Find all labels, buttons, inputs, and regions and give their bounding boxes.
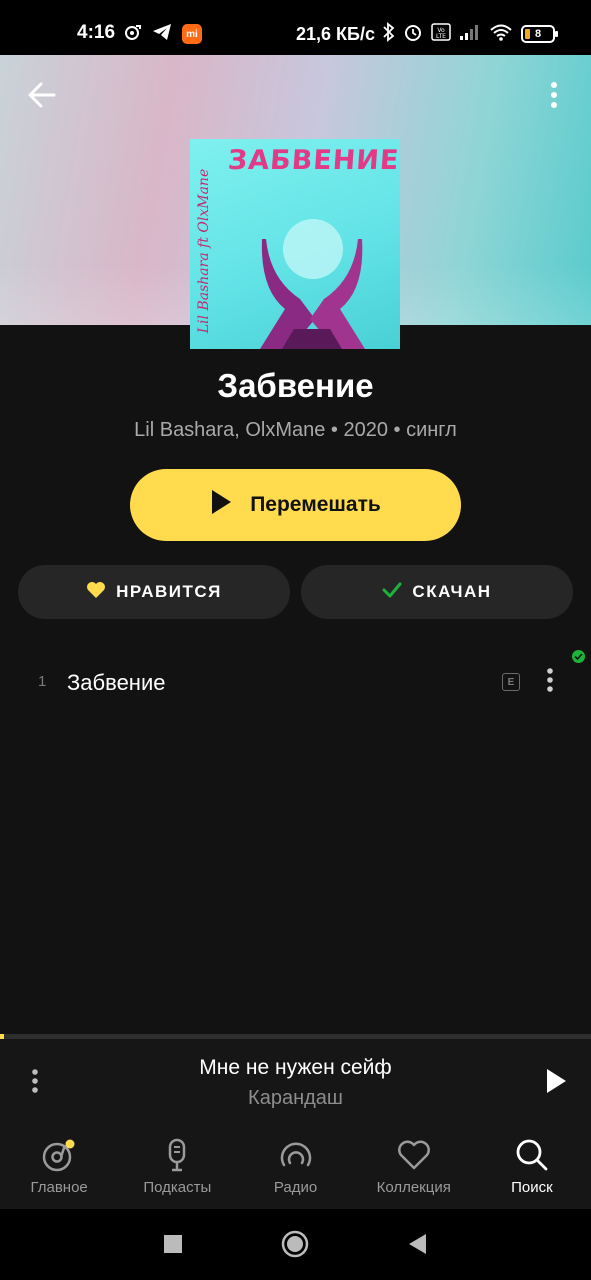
back-button[interactable] [22,80,62,114]
nav-item-home[interactable]: Главное [0,1125,118,1209]
nav-label: Главное [30,1179,88,1196]
signal-icon [459,23,481,46]
home-button[interactable] [280,1230,310,1263]
network-speed: 21,6 КБ/с [296,23,375,44]
mi-badge-icon: mi [182,24,202,44]
shuffle-label: Перемешать [250,493,381,516]
volte-icon: Vo LTE [431,22,451,46]
nav-label: Поиск [511,1179,553,1196]
mini-play-button[interactable] [540,1067,572,1099]
nav-item-radio[interactable]: Радио [236,1125,354,1209]
bottom-navigation: Главное Подкасты Радио Коллекция Поиск [0,1125,591,1209]
nav-label: Коллекция [376,1179,451,1196]
music-note-icon [124,23,142,46]
arrow-left-icon [28,82,56,113]
radio-icon [277,1137,315,1173]
triangle-back-icon [407,1233,427,1260]
track-more-button[interactable] [537,666,563,698]
check-icon [382,582,402,603]
heart-filled-icon [86,581,106,604]
heart-icon [395,1137,433,1173]
now-playing-title: Мне не нужен сейф [199,1056,392,1079]
vertical-dots-icon [550,81,558,114]
battery-icon: 8 [521,25,558,43]
bluetooth-icon [383,21,395,47]
search-icon [513,1137,551,1173]
svg-text:LTE: LTE [436,33,446,40]
telegram-icon [152,23,172,46]
like-button[interactable]: НРАВИТСЯ [18,565,290,619]
recents-button[interactable] [158,1231,188,1261]
nav-item-search[interactable]: Поиск [473,1125,591,1209]
downloaded-button[interactable]: СКАЧАН [301,565,573,619]
album-meta[interactable]: Lil Bashara, OlxMane • 2020 • сингл [0,419,591,442]
album-title: Забвение [217,367,374,404]
track-title: Забвение [67,670,166,695]
album-cover: ЗАБВЕНИЕ Lil Bashara ft OlxMane [190,139,400,349]
nav-item-podcasts[interactable]: Подкасты [118,1125,236,1209]
mini-player[interactable]: Мне не нужен сейф Карандаш [0,1039,591,1125]
explicit-badge: E [502,673,520,691]
nav-label: Радио [273,1179,318,1196]
shuffle-button[interactable]: Перемешать [130,469,461,541]
play-icon [545,1068,567,1099]
cover-side-text: Lil Bashara ft OlxMane [196,168,212,334]
status-bar: 4:16 mi 21,6 КБ/с Vo LTE 8 [0,0,591,55]
cover-title-text: ЗАБВЕНИЕ [226,145,400,176]
home-music-icon [40,1137,78,1173]
alarm-icon [403,22,423,47]
track-row[interactable]: 1 Забвение E [0,648,591,720]
play-icon [210,489,232,521]
status-time: 4:16 [77,22,116,43]
circle-icon [281,1230,309,1263]
microphone-icon [158,1137,196,1173]
square-icon [163,1234,183,1259]
vertical-dots-icon [546,667,554,698]
nav-item-collection[interactable]: Коллекция [355,1125,473,1209]
now-playing-artist: Карандаш [248,1087,343,1109]
more-options-button[interactable] [537,80,571,114]
system-navigation-bar [0,1209,591,1280]
system-back-button[interactable] [402,1231,432,1261]
nav-label: Подкасты [143,1179,212,1196]
track-number: 1 [38,673,47,690]
downloaded-check-icon [572,650,585,663]
downloaded-label: СКАЧАН [412,582,492,601]
status-right: 21,6 КБ/с Vo LTE 8 [296,21,558,47]
wifi-icon [489,23,513,46]
like-label: НРАВИТСЯ [116,582,222,601]
status-notifications: mi [124,22,202,46]
